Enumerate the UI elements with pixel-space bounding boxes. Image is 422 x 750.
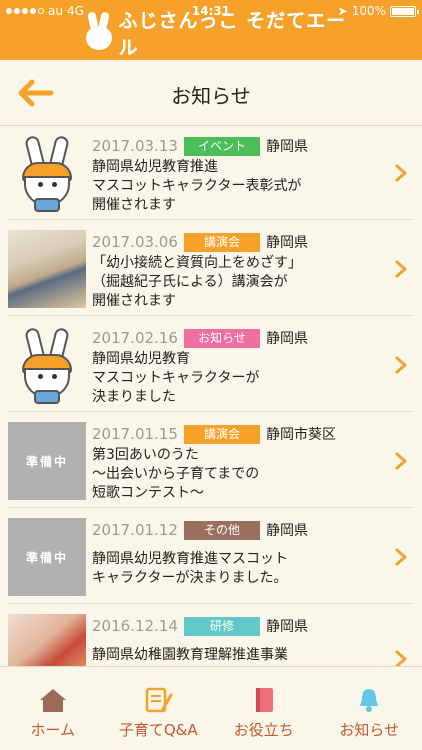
news-region: 静岡県 <box>266 619 308 635</box>
category-tag: 講演会 <box>184 232 260 252</box>
news-item[interactable]: 準備中 2017.01.15 講演会 静岡市葵区 第3回あいのうた 〜出会いから… <box>8 414 414 508</box>
mascot-thumbnail <box>8 326 86 404</box>
news-item[interactable]: 2017.03.06 講演会 静岡県 「幼小接続と資質向上をめざす」 （掘越紀子… <box>8 222 414 316</box>
category-tag: その他 <box>184 520 260 540</box>
news-region: 静岡県 <box>266 235 308 251</box>
news-date: 2017.02.16 <box>92 329 178 347</box>
app-logo: ふじさんっこ そだてエール <box>84 10 354 59</box>
bell-icon <box>360 689 379 712</box>
news-date: 2017.01.15 <box>92 425 178 443</box>
news-region: 静岡市葵区 <box>266 427 336 443</box>
news-title: 静岡県幼児教育推進 マスコットキャラクター表彰式が 開催されます <box>92 159 302 213</box>
title-bar: お知らせ <box>0 60 422 126</box>
tab-home[interactable]: ホーム <box>0 667 106 750</box>
tab-label: お知らせ <box>339 721 400 739</box>
app-header: au 4G 14:31 ➤ 100% ふじさんっこ そだてエール <box>0 0 422 60</box>
book-icon <box>255 688 273 712</box>
news-title: 静岡県幼稚園教育理解推進事業 <box>92 647 288 663</box>
news-title: 静岡県幼児教育推進マスコット キャラクターが決まりました。 <box>92 551 288 586</box>
chevron-right-icon <box>395 164 407 182</box>
tab-label: お役立ち <box>233 721 294 739</box>
news-region: 静岡県 <box>266 139 308 155</box>
news-item[interactable]: 2017.02.16 お知らせ 静岡県 静岡県幼児教育 マスコットキャラクターが… <box>8 318 414 412</box>
page-title: お知らせ <box>171 84 251 108</box>
category-tag: お知らせ <box>184 328 260 348</box>
news-title: 第3回あいのうた 〜出会いから子育てまでの 短歌コンテスト〜 <box>92 447 260 501</box>
chevron-right-icon <box>395 650 407 666</box>
tab-news[interactable]: お知らせ <box>317 667 422 750</box>
category-tag: 講演会 <box>184 424 260 444</box>
battery-icon <box>390 5 419 17</box>
news-date: 2017.03.06 <box>92 233 178 251</box>
news-date: 2017.01.12 <box>92 521 178 539</box>
tab-useful[interactable]: お役立ち <box>211 667 317 750</box>
chevron-right-icon <box>395 260 407 278</box>
category-tag: イベント <box>184 136 260 156</box>
battery-label: 100% <box>351 4 386 18</box>
child-drawing-photo <box>8 614 86 666</box>
tab-label: ホーム <box>30 721 76 739</box>
child-playing-photo <box>8 230 86 308</box>
news-item[interactable]: 2017.03.13 イベント 静岡県 静岡県幼児教育推進 マスコットキャラクタ… <box>8 126 414 220</box>
tab-bar: ホーム 子育てQ&A お役立ち お知らせ <box>0 666 422 750</box>
tab-qa[interactable]: 子育てQ&A <box>106 667 212 750</box>
tab-label: 子育てQ&A <box>118 721 198 739</box>
placeholder-thumbnail: 準備中 <box>8 518 86 596</box>
category-tag: 研修 <box>184 616 260 636</box>
news-title: 静岡県幼児教育 マスコットキャラクターが 決まりました <box>92 351 260 405</box>
news-region: 静岡県 <box>266 523 308 539</box>
news-item[interactable]: 準備中 2017.01.12 その他 静岡県 静岡県幼児教育推進マスコット キャ… <box>8 510 414 604</box>
home-icon <box>39 689 66 712</box>
qa-icon <box>146 687 173 713</box>
chevron-right-icon <box>395 452 407 470</box>
news-region: 静岡県 <box>266 331 308 347</box>
mascot-thumbnail <box>8 134 86 212</box>
news-list[interactable]: 2017.03.13 イベント 静岡県 静岡県幼児教育推進 マスコットキャラクタ… <box>0 126 422 666</box>
placeholder-thumbnail: 準備中 <box>8 422 86 500</box>
news-date: 2016.12.14 <box>92 617 178 635</box>
logo-mascot-icon <box>84 11 113 54</box>
news-date: 2017.03.13 <box>92 137 178 155</box>
chevron-right-icon <box>395 356 407 374</box>
news-item[interactable]: 2016.12.14 研修 静岡県 静岡県幼稚園教育理解推進事業 <box>8 606 414 666</box>
chevron-right-icon <box>395 548 407 566</box>
logo-text: ふじさんっこ そだてエール <box>118 10 347 59</box>
news-title: 「幼小接続と資質向上をめざす」 （掘越紀子氏による）講演会が 開催されます <box>92 255 302 309</box>
